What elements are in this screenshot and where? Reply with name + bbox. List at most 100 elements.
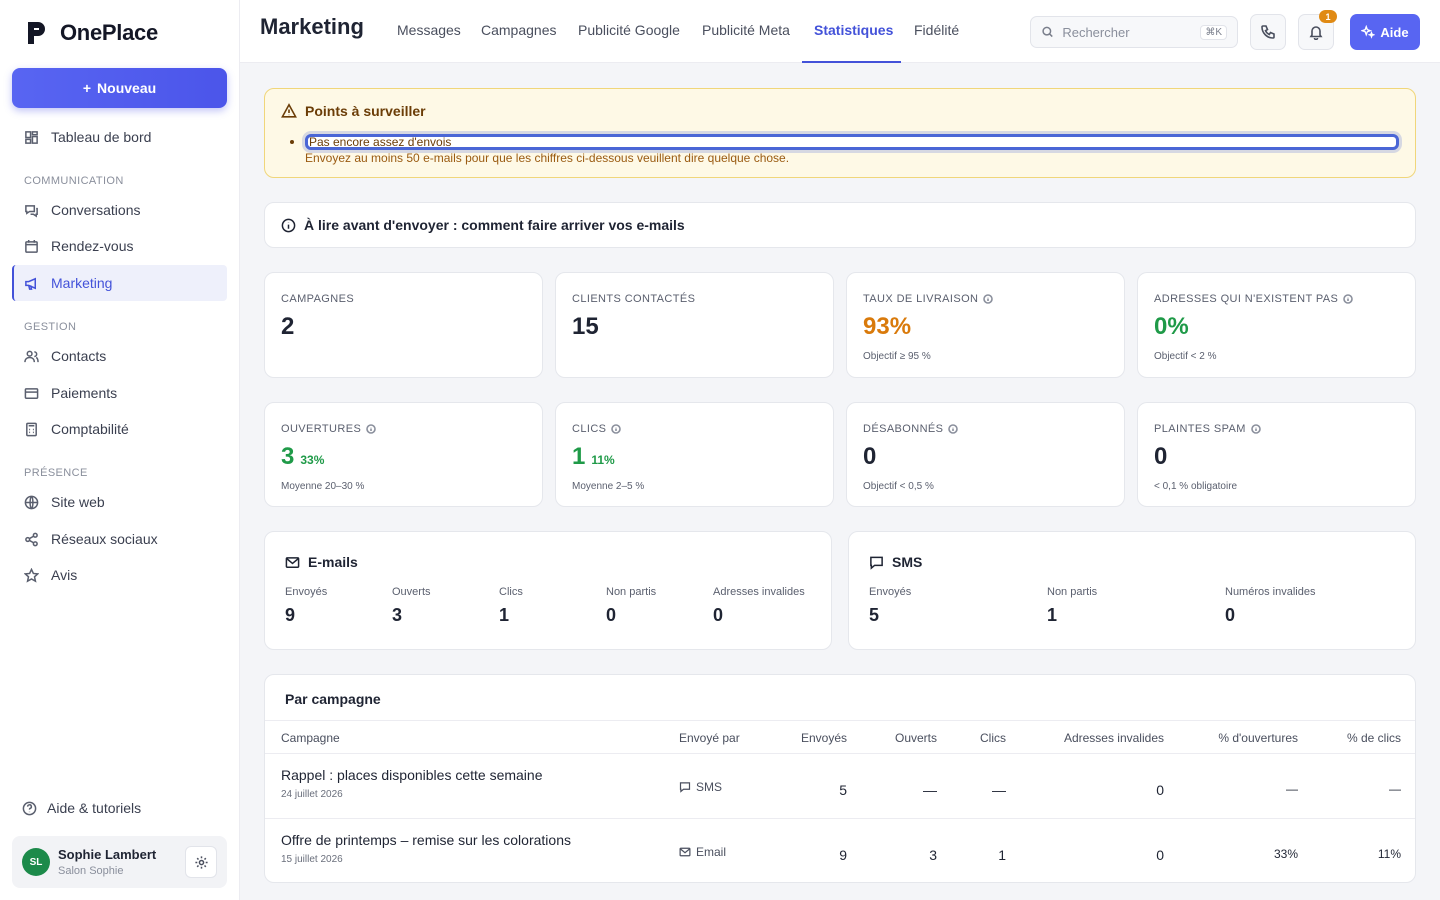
sidebar-item-payments[interactable]: Paiements	[12, 375, 227, 411]
col-opened[interactable]: Ouverts	[895, 731, 937, 745]
help-button-label: Aide	[1380, 24, 1409, 40]
info-icon[interactable]	[983, 294, 994, 304]
email-stat-not-sent: Non partis 0	[606, 586, 656, 626]
sidebar: OnePlace + Nouveau Tableau de bord COMMU…	[0, 0, 240, 900]
info-icon	[281, 218, 296, 232]
help-button[interactable]: Aide	[1350, 14, 1420, 50]
kpi-delivery-rate: TAUX DE LIVRAISON 93% Objectif ≥ 95 %	[846, 272, 1125, 378]
info-icon[interactable]	[948, 424, 959, 434]
stat-label: Numéros invalides	[1225, 586, 1316, 598]
cell-opened: —	[923, 782, 937, 798]
sidebar-item-label: Comptabilité	[51, 421, 129, 437]
sidebar-item-appointments[interactable]: Rendez-vous	[12, 228, 227, 264]
sidebar-item-website[interactable]: Site web	[12, 484, 227, 520]
notifications-button[interactable]: 1	[1298, 10, 1337, 50]
sidebar-item-reviews[interactable]: Avis	[12, 557, 227, 593]
sms-stats-card: SMS Envoyés 5 Non partis 1 Numéros inval…	[848, 531, 1416, 650]
kpi-label: TAUX DE LIVRAISON	[863, 293, 994, 305]
help-tutorials-link[interactable]: Aide & tutoriels	[22, 800, 141, 816]
col-open-rate[interactable]: % d'ouvertures	[1218, 731, 1298, 745]
avatar: SL	[22, 848, 50, 876]
cell-open-rate: 33%	[1273, 847, 1298, 861]
phone-button[interactable]	[1250, 14, 1286, 50]
col-sent-by[interactable]: Envoyé par	[679, 731, 740, 745]
sidebar-item-label: Tableau de bord	[51, 129, 152, 145]
settings-button[interactable]	[185, 846, 217, 878]
kpi-label: CLICS	[572, 423, 622, 435]
kpi-opens: OUVERTURES 3 33% Moyenne 20–30 %	[264, 402, 543, 507]
sidebar-item-conversations[interactable]: Conversations	[12, 192, 227, 228]
info-banner-text: À lire avant d'envoyer : comment faire a…	[304, 217, 685, 233]
info-icon[interactable]	[1251, 424, 1261, 434]
tab-statistics[interactable]: Statistiques	[814, 22, 893, 63]
col-click-rate[interactable]: % de clics	[1347, 731, 1401, 745]
new-button[interactable]: + Nouveau	[12, 68, 227, 108]
campaign-name: Offre de printemps – remise sur les colo…	[281, 832, 571, 848]
sms-stat-not-sent: Non partis 1	[1047, 586, 1097, 626]
sidebar-item-accounting[interactable]: Comptabilité	[12, 411, 227, 447]
section-communication: COMMUNICATION	[24, 175, 124, 187]
campaign-name: Rappel : places disponibles cette semain…	[281, 767, 543, 783]
info-icon[interactable]	[366, 424, 377, 434]
kpi-average: Moyenne 20–30 %	[281, 481, 365, 492]
alert-item-title[interactable]: Pas encore assez d'envois	[305, 134, 1399, 150]
cell-clicks: —	[992, 782, 1006, 798]
sidebar-item-marketing[interactable]: Marketing	[12, 265, 227, 301]
email-stat-clicks: Clics 1	[499, 586, 523, 626]
table-row[interactable]: Offre de printemps – remise sur les colo…	[265, 819, 1415, 882]
cell-open-rate: —	[1286, 782, 1298, 796]
stat-label: Adresses invalides	[713, 586, 805, 598]
tab-meta-ads[interactable]: Publicité Meta	[702, 22, 790, 63]
kpi-label: PLAINTES SPAM	[1154, 423, 1261, 435]
search-shortcut: ⌘K	[1200, 24, 1227, 40]
search-box[interactable]: ⌘K	[1030, 16, 1238, 48]
cell-click-rate: 11%	[1377, 847, 1401, 861]
kpi-percent: 33%	[300, 453, 325, 467]
message-icon	[870, 556, 883, 570]
table-row[interactable]: Rappel : places disponibles cette semain…	[265, 754, 1415, 819]
sidebar-item-dashboard[interactable]: Tableau de bord	[12, 119, 227, 155]
kpi-spam-complaints: PLAINTES SPAM 0 < 0,1 % obligatoire	[1137, 402, 1416, 507]
col-sent[interactable]: Envoyés	[801, 731, 847, 745]
gear-icon	[194, 855, 208, 869]
section-gestion: GESTION	[24, 321, 77, 333]
tab-campaigns[interactable]: Campagnes	[481, 22, 557, 63]
info-icon[interactable]	[611, 424, 622, 434]
info-icon[interactable]	[1343, 294, 1354, 304]
campaign-table-card: Par campagne Campagne Envoyé par Envoyés…	[264, 674, 1416, 883]
search-icon	[1042, 26, 1053, 38]
tab-loyalty[interactable]: Fidélité	[914, 22, 959, 63]
sidebar-item-social[interactable]: Réseaux sociaux	[12, 521, 227, 557]
section-presence: PRÉSENCE	[24, 467, 88, 479]
kpi-value: 2	[281, 313, 295, 340]
stat-value: 1	[1047, 605, 1058, 625]
col-campaign[interactable]: Campagne	[281, 731, 340, 745]
user-business: Salon Sophie	[58, 865, 124, 877]
tab-google-ads[interactable]: Publicité Google	[578, 22, 680, 63]
help-link-label: Aide & tutoriels	[47, 800, 142, 816]
kpi-label-text: PLAINTES SPAM	[1154, 423, 1246, 435]
col-invalid-addresses[interactable]: Adresses invalides	[1064, 731, 1164, 745]
cell-invalid: 0	[1156, 847, 1164, 863]
user-name: Sophie Lambert	[58, 847, 157, 862]
sidebar-item-contacts[interactable]: Contacts	[12, 338, 227, 374]
campaign-date: 24 juillet 2026	[281, 789, 343, 800]
campaign-channel-label: SMS	[696, 780, 723, 794]
globe-icon	[24, 495, 39, 509]
star-icon	[24, 567, 39, 583]
user-card[interactable]: SL Sophie Lambert Salon Sophie	[12, 836, 227, 888]
kpi-label-text: ADRESSES QUI N'EXISTENT PAS	[1154, 293, 1339, 305]
kpi-value: 1 11%	[572, 443, 615, 471]
tab-messages[interactable]: Messages	[397, 22, 461, 63]
sms-stat-invalid: Numéros invalides 0	[1225, 586, 1315, 626]
active-tab-indicator	[802, 61, 901, 63]
col-clicks[interactable]: Clics	[980, 731, 1006, 745]
app-logo[interactable]: OnePlace	[26, 20, 158, 46]
search-input[interactable]	[1062, 24, 1193, 40]
email-stats-card: E-mails Envoyés 9 Ouverts 3 Clics 1 Non …	[264, 531, 832, 650]
app-name: OnePlace	[60, 20, 158, 45]
sidebar-item-label: Site web	[51, 494, 105, 510]
sidebar-item-label: Avis	[51, 567, 78, 583]
cell-clicks: 1	[998, 847, 1006, 863]
deliverability-info-banner[interactable]: À lire avant d'envoyer : comment faire a…	[264, 202, 1416, 248]
